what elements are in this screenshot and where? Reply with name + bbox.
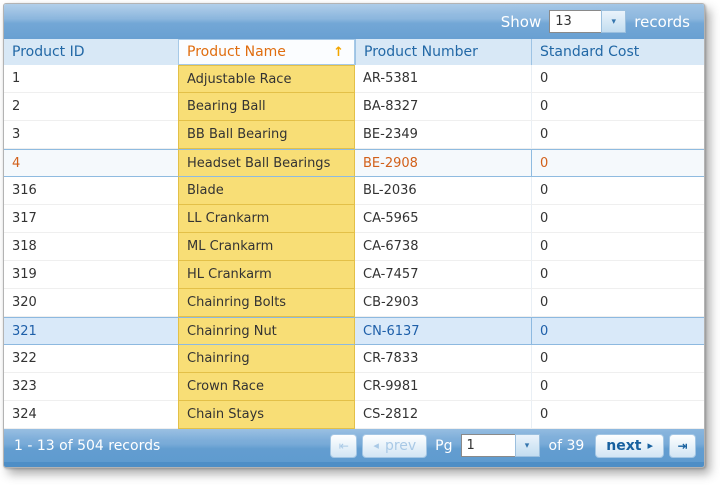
page-combo: ▾ [461,434,540,457]
cell-standard-cost[interactable]: 0 [531,205,704,233]
table-header-row: Product ID Product Name ↑ Product Number… [4,39,704,65]
cell-product-id[interactable]: 316 [4,177,178,205]
cell-product-name[interactable]: Adjustable Race [178,65,355,93]
page-size-combo: ▾ [549,10,626,33]
cell-product-name[interactable]: ML Crankarm [178,233,355,261]
cell-standard-cost[interactable]: 0 [531,93,704,121]
first-page-button[interactable]: ⇤ [330,434,357,458]
product-grid: Show ▾ records Product ID Product Name ↑… [3,3,705,468]
cell-standard-cost[interactable]: 0 [531,233,704,261]
cell-standard-cost[interactable]: 0 [531,121,704,149]
page-input[interactable] [461,434,515,457]
table-row[interactable]: 321 Chainring Nut CN-6137 0 [4,317,704,345]
chevron-down-icon: ▾ [612,17,617,27]
prev-page-button[interactable]: ◂ prev [362,434,427,458]
cell-product-id[interactable]: 322 [4,345,178,373]
cell-product-id[interactable]: 319 [4,261,178,289]
cell-product-number[interactable]: CA-5965 [355,205,531,233]
cell-product-name[interactable]: Chain Stays [178,401,355,429]
table-row[interactable]: 320 Chainring Bolts CB-2903 0 [4,289,704,317]
cell-product-number[interactable]: CN-6137 [355,317,531,345]
table-row[interactable]: 318 ML Crankarm CA-6738 0 [4,233,704,261]
table-row[interactable]: 316 Blade BL-2036 0 [4,177,704,205]
cell-product-number[interactable]: CR-7833 [355,345,531,373]
cell-standard-cost[interactable]: 0 [531,345,704,373]
records-label: records [634,13,690,31]
cell-product-id[interactable]: 323 [4,373,178,401]
table-row[interactable]: 3 BB Ball Bearing BE-2349 0 [4,121,704,149]
pagination-bar: 1 - 13 of 504 records ⇤ ◂ prev Pg ▾ of 3… [4,429,704,462]
table-row[interactable]: 319 HL Crankarm CA-7457 0 [4,261,704,289]
cell-product-name[interactable]: Crown Race [178,373,355,401]
chevron-left-icon: ◂ [373,439,379,452]
cell-product-name[interactable]: BB Ball Bearing [178,121,355,149]
cell-product-name[interactable]: Blade [178,177,355,205]
cell-standard-cost[interactable]: 0 [531,177,704,205]
sort-ascending-icon: ↑ [333,45,344,60]
grid-toolbar: Show ▾ records [4,4,704,39]
cell-product-number[interactable]: CS-2812 [355,401,531,429]
cell-product-name[interactable]: Headset Ball Bearings [178,149,355,177]
cell-product-id[interactable]: 1 [4,65,178,93]
cell-product-number[interactable]: AR-5381 [355,65,531,93]
cell-standard-cost[interactable]: 0 [531,373,704,401]
cell-product-id[interactable]: 317 [4,205,178,233]
page-size-input[interactable] [549,10,601,33]
cell-standard-cost[interactable]: 0 [531,65,704,93]
cell-product-name[interactable]: HL Crankarm [178,261,355,289]
table-row[interactable]: 323 Crown Race CR-9981 0 [4,373,704,401]
cell-product-id[interactable]: 321 [4,317,178,345]
cell-standard-cost[interactable]: 0 [531,401,704,429]
cell-product-id[interactable]: 2 [4,93,178,121]
show-label: Show [501,13,541,31]
last-page-button[interactable]: ⇥ [669,434,696,458]
cell-product-number[interactable]: CA-7457 [355,261,531,289]
cell-product-number[interactable]: BA-8327 [355,93,531,121]
table-row[interactable]: 324 Chain Stays CS-2812 0 [4,401,704,429]
column-header-product-id[interactable]: Product ID [4,39,178,65]
last-page-icon: ⇥ [677,439,687,453]
cell-standard-cost[interactable]: 0 [531,149,704,177]
table-row[interactable]: 2 Bearing Ball BA-8327 0 [4,93,704,121]
cell-product-id[interactable]: 4 [4,149,178,177]
table-row[interactable]: 4 Headset Ball Bearings BE-2908 0 [4,149,704,177]
first-page-icon: ⇤ [339,439,349,453]
cell-product-number[interactable]: BE-2349 [355,121,531,149]
table-body: 1 Adjustable Race AR-5381 0 2 Bearing Ba… [4,65,704,429]
next-page-button[interactable]: next ▸ [595,434,664,458]
column-header-standard-cost[interactable]: Standard Cost [531,39,704,65]
cell-product-name[interactable]: Chainring Nut [178,317,355,345]
page-count-label: of 39 [549,438,585,454]
grid-bottom-edge [4,462,704,467]
cell-product-name[interactable]: Chainring [178,345,355,373]
cell-product-name[interactable]: Bearing Ball [178,93,355,121]
table-row[interactable]: 1 Adjustable Race AR-5381 0 [4,65,704,93]
cell-product-name[interactable]: LL Crankarm [178,205,355,233]
chevron-right-icon: ▸ [647,439,653,452]
column-header-product-name[interactable]: Product Name ↑ [178,39,355,65]
cell-product-number[interactable]: CA-6738 [355,233,531,261]
cell-standard-cost[interactable]: 0 [531,261,704,289]
chevron-down-icon: ▾ [525,441,530,451]
cell-product-number[interactable]: BL-2036 [355,177,531,205]
cell-product-id[interactable]: 3 [4,121,178,149]
page-dropdown-button[interactable]: ▾ [515,434,540,457]
table-row[interactable]: 317 LL Crankarm CA-5965 0 [4,205,704,233]
column-header-product-number[interactable]: Product Number [355,39,531,65]
pagination-status: 1 - 13 of 504 records [14,438,160,454]
cell-product-number[interactable]: CR-9981 [355,373,531,401]
cell-product-number[interactable]: BE-2908 [355,149,531,177]
cell-product-name[interactable]: Chainring Bolts [178,289,355,317]
page-size-dropdown-button[interactable]: ▾ [601,10,626,33]
cell-product-id[interactable]: 324 [4,401,178,429]
cell-product-number[interactable]: CB-2903 [355,289,531,317]
cell-product-id[interactable]: 318 [4,233,178,261]
cell-standard-cost[interactable]: 0 [531,289,704,317]
cell-standard-cost[interactable]: 0 [531,317,704,345]
page-label: Pg [435,438,452,454]
cell-product-id[interactable]: 320 [4,289,178,317]
pagination-controls: ⇤ ◂ prev Pg ▾ of 39 next ▸ ⇥ [330,434,696,458]
table-row[interactable]: 322 Chainring CR-7833 0 [4,345,704,373]
